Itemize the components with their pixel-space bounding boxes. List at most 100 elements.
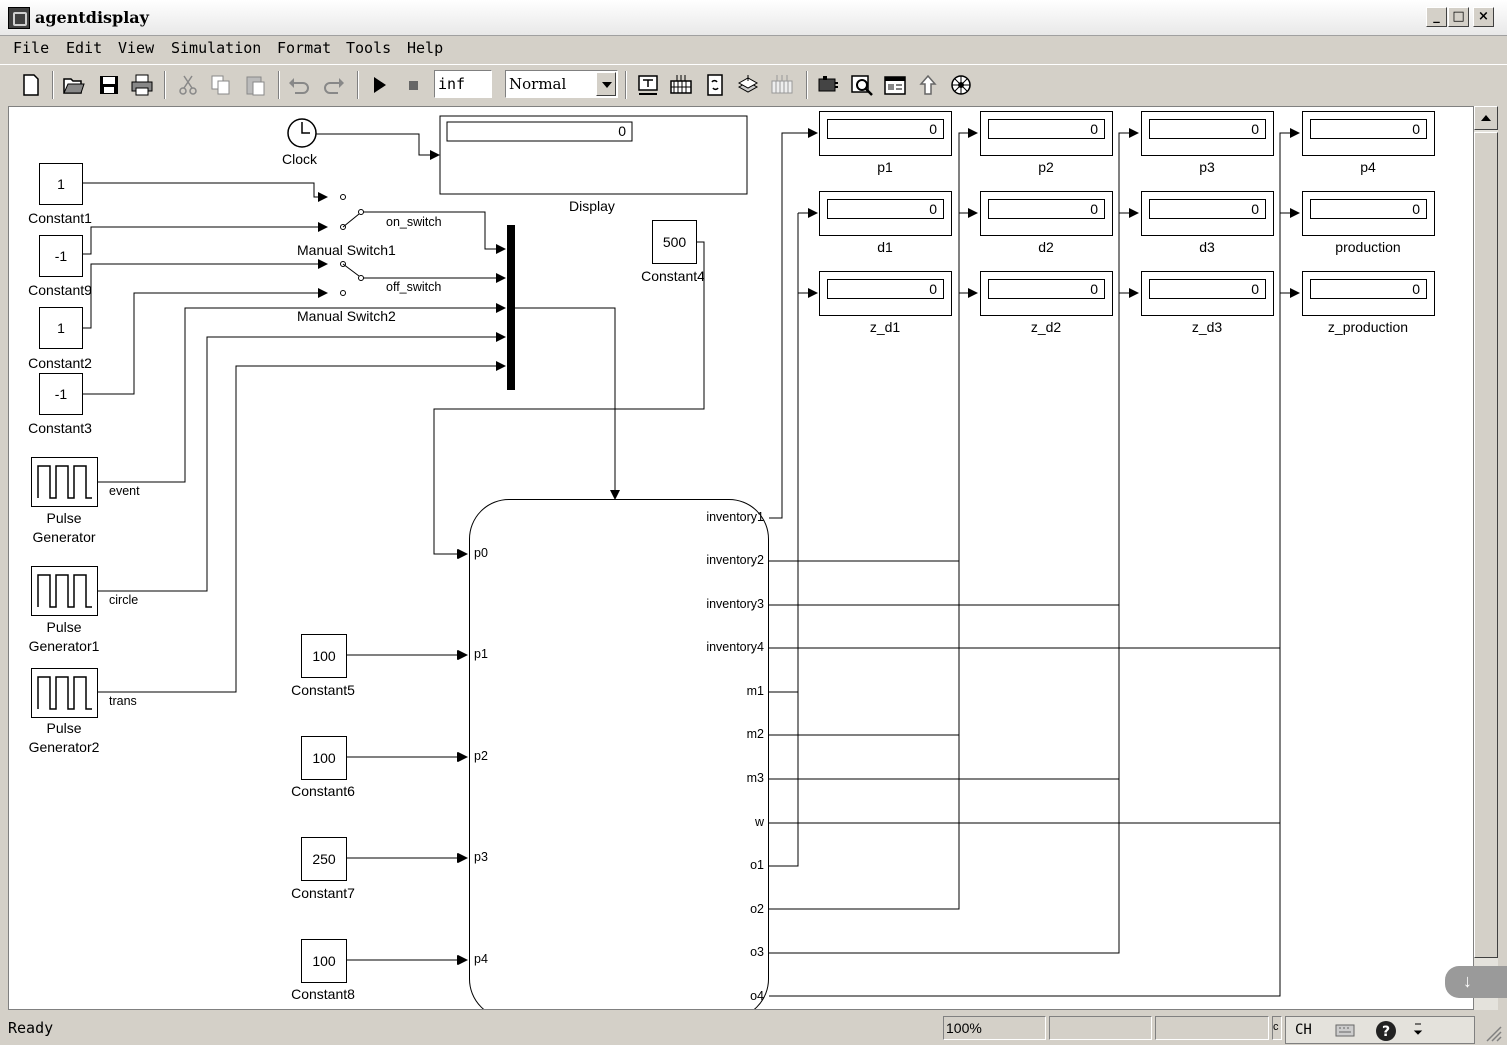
constant3-block[interactable]: -1 xyxy=(39,373,83,415)
display-p4[interactable]: 0 xyxy=(1302,111,1435,156)
help-icon[interactable]: ? xyxy=(1374,1019,1398,1043)
floating-down-arrow-icon[interactable]: ↓ xyxy=(1445,966,1507,998)
display-d3[interactable]: 0 xyxy=(1141,191,1274,236)
cut-icon[interactable] xyxy=(176,73,200,97)
display-z-d1-value: 0 xyxy=(827,279,944,299)
menu-tools[interactable]: Tools xyxy=(346,39,391,57)
output-port-o3: o3 xyxy=(750,945,764,959)
simulink-app-icon[interactable] xyxy=(8,7,30,29)
display-z-d3[interactable]: 0 xyxy=(1141,271,1274,316)
constant8-block[interactable]: 100 xyxy=(301,939,347,983)
undo-icon[interactable] xyxy=(287,73,311,97)
circle-signal-label: circle xyxy=(109,593,139,607)
display-d3-label: d3 xyxy=(1199,239,1215,255)
display-z-production[interactable]: 0 xyxy=(1302,271,1435,316)
paste-icon[interactable] xyxy=(243,73,267,97)
display-z-d2-value: 0 xyxy=(988,279,1105,299)
pulse-generator-block[interactable] xyxy=(31,457,98,507)
debugger-icon[interactable] xyxy=(816,73,840,97)
refresh-icon[interactable] xyxy=(703,73,727,97)
display-z-d2[interactable]: 0 xyxy=(980,271,1113,316)
constant1-label: Constant1 xyxy=(28,210,92,226)
status-panel xyxy=(1155,1016,1269,1040)
constant4-block[interactable]: 500 xyxy=(652,220,697,264)
stop-simulation-icon[interactable] xyxy=(401,73,425,97)
update-diagram-icon[interactable] xyxy=(669,73,693,97)
clock-label: Clock xyxy=(282,151,318,167)
chevron-down-icon[interactable] xyxy=(596,72,616,96)
pulse-wave-icon xyxy=(37,676,92,710)
output-port-m2: m2 xyxy=(746,727,764,741)
simulation-mode-select[interactable]: Normal xyxy=(505,70,618,98)
on-switch-signal-label: on_switch xyxy=(386,215,442,229)
print-icon[interactable] xyxy=(130,73,154,97)
display-production[interactable]: 0 xyxy=(1302,191,1435,236)
display-production-label: production xyxy=(1335,239,1401,255)
display-value: 0 xyxy=(618,123,626,139)
constant2-block[interactable]: 1 xyxy=(39,307,83,349)
menu-edit[interactable]: Edit xyxy=(66,39,102,57)
maximize-button[interactable]: □ xyxy=(1448,7,1469,27)
close-button[interactable]: × xyxy=(1473,7,1494,27)
constant1-block[interactable]: 1 xyxy=(39,163,83,205)
pulse-generator2-block[interactable] xyxy=(31,668,98,718)
toolbar-separator xyxy=(357,71,359,99)
vertical-scrollbar[interactable] xyxy=(1474,106,1498,1010)
minimize-button[interactable]: _ xyxy=(1426,7,1447,27)
constant7-block[interactable]: 250 xyxy=(301,837,347,881)
open-folder-icon[interactable] xyxy=(62,73,86,97)
model-advisor-icon[interactable] xyxy=(850,73,874,97)
output-port-inventory1: inventory1 xyxy=(706,510,764,524)
display-d2-label: d2 xyxy=(1038,239,1054,255)
output-port-inventory3: inventory3 xyxy=(706,597,764,611)
display-p2-value: 0 xyxy=(988,119,1105,139)
scrollbar-thumb[interactable] xyxy=(1474,132,1498,958)
display-d2[interactable]: 0 xyxy=(980,191,1113,236)
port-values-icon[interactable] xyxy=(883,73,907,97)
copy-icon[interactable] xyxy=(209,73,233,97)
display-p2[interactable]: 0 xyxy=(980,111,1113,156)
redo-icon[interactable] xyxy=(322,73,346,97)
save-icon[interactable] xyxy=(97,73,121,97)
trans-signal-label: trans xyxy=(109,694,137,708)
model-explorer-icon[interactable] xyxy=(770,73,794,97)
model-canvas[interactable]: Clock Display 0 1 Constant1 -1 Constant9… xyxy=(8,106,1474,1010)
menu-file[interactable]: File xyxy=(13,39,49,57)
constant6-block[interactable]: 100 xyxy=(301,736,347,780)
menu-view[interactable]: View xyxy=(118,39,154,57)
stop-time-input[interactable]: inf xyxy=(434,70,492,98)
menu-simulation[interactable]: Simulation xyxy=(171,39,261,57)
ime-language[interactable]: CH xyxy=(1295,1022,1312,1038)
clock-icon[interactable] xyxy=(287,118,317,148)
stateflow-chart-block[interactable] xyxy=(469,499,769,1009)
window-title: agentdisplay xyxy=(35,8,149,27)
constant3-label: Constant3 xyxy=(28,420,92,436)
display-z-d1[interactable]: 0 xyxy=(819,271,952,316)
menu-format[interactable]: Format xyxy=(277,39,331,57)
title-bar: agentdisplay _ □ × xyxy=(0,0,1507,36)
resize-grip-icon[interactable] xyxy=(1484,1024,1502,1042)
display-z-production-value: 0 xyxy=(1310,279,1427,299)
build-model-icon[interactable] xyxy=(636,73,660,97)
display-d1[interactable]: 0 xyxy=(819,191,952,236)
new-file-icon[interactable] xyxy=(19,73,43,97)
display-z-d3-value: 0 xyxy=(1149,279,1266,299)
start-simulation-icon[interactable] xyxy=(367,73,391,97)
ime-options-icon[interactable] xyxy=(1412,1020,1424,1042)
sample-time-icon[interactable] xyxy=(949,73,973,97)
output-port-m1: m1 xyxy=(746,684,764,698)
scroll-up-button[interactable] xyxy=(1474,106,1498,130)
display-p1[interactable]: 0 xyxy=(819,111,952,156)
library-browser-icon[interactable] xyxy=(736,73,760,97)
output-port-o1: o1 xyxy=(750,858,764,872)
pulse-generator1-block[interactable] xyxy=(31,566,98,616)
display-p3[interactable]: 0 xyxy=(1141,111,1274,156)
go-to-parent-icon[interactable] xyxy=(916,73,940,97)
mux-block[interactable] xyxy=(507,225,515,390)
constant5-block[interactable]: 100 xyxy=(301,634,347,678)
constant9-block[interactable]: -1 xyxy=(39,235,83,277)
menu-help[interactable]: Help xyxy=(407,39,443,57)
toolbar-separator xyxy=(806,71,808,99)
display-d1-label: d1 xyxy=(877,239,893,255)
keyboard-icon[interactable] xyxy=(1334,1020,1356,1040)
